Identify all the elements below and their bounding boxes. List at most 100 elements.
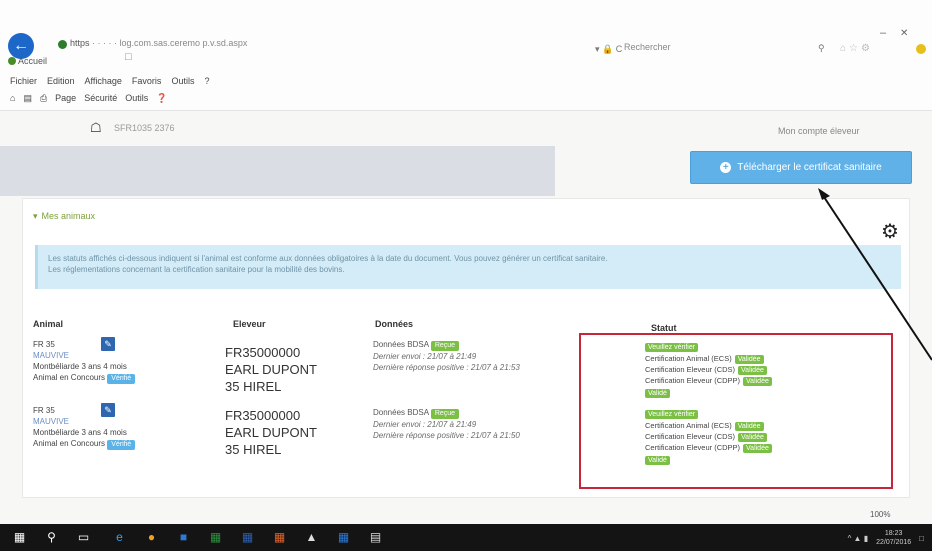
clock-date: 22/07/2016	[876, 539, 912, 546]
edit-icon[interactable]: ✎	[101, 337, 115, 351]
print-icon[interactable]: ⎙	[40, 93, 47, 104]
tab-title[interactable]: Accueil	[18, 56, 47, 66]
site-favicon-icon	[58, 40, 67, 49]
home-icon[interactable]: ☖	[90, 120, 102, 136]
word-icon[interactable]: ▦	[240, 530, 255, 545]
info-line-2: Les réglementations concernant la certif…	[48, 265, 345, 274]
powerpoint-icon[interactable]: ▦	[272, 530, 287, 545]
animal-link[interactable]: MAUVIVE	[33, 416, 193, 427]
data-title-line: Données BDSA Reçue	[373, 407, 520, 419]
windows-start-icon[interactable]: ▦	[12, 530, 27, 545]
data-tag: Reçue	[430, 409, 460, 419]
animal-tag: Vérifié	[107, 440, 136, 450]
data-title-line: Données BDSA Reçue	[373, 339, 520, 351]
status-line: Certification Eleveur (CDPP) Validée	[645, 443, 772, 453]
status-label: Certification Eleveur (CDS)	[645, 365, 736, 374]
animals-panel: ▾ Mes animaux ⚙ Les statuts affichés ci-d…	[22, 198, 910, 498]
feedback-smiley-icon[interactable]	[916, 44, 926, 54]
new-tab-icon[interactable]: □	[125, 51, 132, 63]
status-label: Certification Animal (ECS)	[645, 421, 732, 430]
clock[interactable]: 18:23 22/07/2016	[876, 529, 911, 547]
edit-icon[interactable]: ✎	[101, 403, 115, 417]
toolbar-page[interactable]: Page	[55, 93, 76, 104]
status-top-1: Veuillez vérifier	[645, 342, 699, 352]
status-tag: Validée	[743, 377, 772, 386]
menu-item-edit[interactable]: Edition	[47, 76, 75, 86]
animal-tag: Vérifié	[107, 374, 136, 384]
panel-title-text: Mes animaux	[41, 211, 96, 221]
search-icon[interactable]: ⚲	[818, 43, 825, 54]
data-last-send: Dernier envoi : 21/07 à 21:49	[373, 352, 477, 361]
menu-bar: Fichier Edition Affichage Favoris Outils…	[10, 76, 209, 86]
data-cell: Données BDSA Reçue Dernier envoi : 21/07…	[373, 407, 520, 441]
menu-item-favorites[interactable]: Favoris	[132, 76, 162, 86]
column-header-status: Statut	[651, 323, 677, 333]
menu-item-file[interactable]: Fichier	[10, 76, 37, 86]
menu-item-tools[interactable]: Outils	[171, 76, 194, 86]
breeder-cell: FR35000000 EARL DUPONT 35 HIREL	[225, 407, 317, 458]
status-top-2: Veuillez vérifier	[645, 409, 699, 419]
address-bar[interactable]: https · · · · · log.com.sas.ceremo p.v.s…	[70, 38, 330, 48]
chevron-down-icon: ▾	[33, 211, 38, 221]
info-line-1: Les statuts affichés ci-dessous indiquen…	[48, 254, 608, 263]
browser-chrome: ← https · · · · · log.com.sas.ceremo p.v…	[0, 0, 932, 110]
breeder-code: FR35000000	[225, 345, 301, 360]
toolbar-security[interactable]: Sécurité	[84, 93, 117, 104]
menu-item-help[interactable]: ?	[204, 76, 209, 86]
data-last-response: Dernière réponse positive : 21/07 à 21:5…	[373, 363, 520, 372]
tray-icons[interactable]: ^ ▲ ▮	[848, 534, 869, 543]
browser-toolbar-icons[interactable]: ⌂☆⚙	[840, 43, 873, 54]
robot-icon[interactable]: ⚙	[881, 219, 899, 244]
app-icon[interactable]: ▲	[304, 530, 319, 545]
status-bottom-tag: Validé	[645, 456, 670, 465]
download-certificate-label: Télécharger le certificat sanitaire	[737, 162, 882, 173]
farm-code: SFR1035 2376	[114, 123, 175, 133]
system-tray: ^ ▲ ▮ 18:23 22/07/2016 □	[848, 529, 924, 547]
download-certificate-button[interactable]: + Télécharger le certificat sanitaire	[690, 151, 912, 184]
toolbar-tools[interactable]: Outils	[125, 93, 148, 104]
command-bar: ⌂ ▤ ⎙ Page Sécurité Outils ❓	[10, 93, 167, 104]
status-label: Certification Eleveur (CDS)	[645, 432, 736, 441]
column-header-data: Données	[375, 319, 414, 329]
header-divider	[0, 110, 932, 111]
data-last-response: Dernière réponse positive : 21/07 à 21:5…	[373, 431, 520, 440]
animal-contest: Animal en Concours Vérifié	[33, 372, 193, 384]
menu-item-view[interactable]: Affichage	[85, 76, 122, 86]
notification-icon[interactable]: □	[919, 534, 924, 543]
panel-title[interactable]: ▾ Mes animaux	[33, 211, 95, 222]
breeder-name: EARL DUPONT	[225, 425, 317, 440]
column-header-animal: Animal	[33, 319, 64, 329]
outlook-icon[interactable]: ▦	[336, 530, 351, 545]
taskbar: ▦ ⚲ ▭ e ● ■ ▦ ▦ ▦ ▲ ▦ ▤ ^ ▲ ▮ 18:23 22/0…	[0, 524, 932, 551]
feeds-icon[interactable]: ▤	[23, 93, 32, 104]
home-toolbar-icon[interactable]: ⌂	[10, 93, 15, 104]
address-controls[interactable]: ▾ 🔒 C	[595, 44, 622, 55]
status-label: Certification Eleveur (CDPP)	[645, 376, 741, 385]
browser-icon[interactable]: ●	[144, 530, 159, 545]
animal-link[interactable]: MAUVIVE	[33, 350, 193, 361]
status-top-tag: Veuillez vérifier	[645, 410, 699, 419]
search-input[interactable]: Rechercher	[620, 40, 830, 56]
internet-explorer-icon[interactable]: e	[112, 530, 127, 545]
task-view-icon[interactable]: ▭	[76, 530, 91, 545]
breeder-name: EARL DUPONT	[225, 362, 317, 377]
search-icon[interactable]: ⚲	[44, 530, 59, 545]
close-icon[interactable]: ✕	[900, 28, 908, 39]
page-banner	[0, 146, 555, 196]
help-icon[interactable]: ❓	[156, 93, 167, 104]
data-title: Données BDSA	[373, 340, 429, 349]
status-line: Certification Eleveur (CDPP) Validée	[645, 376, 772, 386]
status-tag: Validée	[743, 444, 772, 453]
status-line: Certification Eleveur (CDS) Validée	[645, 365, 767, 375]
zoom-level[interactable]: 100%	[870, 510, 890, 519]
url-protocol: https	[70, 38, 90, 48]
clock-time: 18:23	[884, 530, 903, 537]
store-icon[interactable]: ■	[176, 530, 191, 545]
status-tag: Validée	[734, 355, 764, 364]
animal-description: Montbéliarde 3 ans 4 mois	[33, 428, 127, 437]
status-bottom-1: Validé	[645, 388, 670, 398]
minimize-icon[interactable]: –	[880, 27, 886, 39]
my-account-link[interactable]: Mon compte éleveur	[778, 126, 860, 136]
document-icon[interactable]: ▤	[368, 530, 383, 545]
excel-icon[interactable]: ▦	[208, 530, 223, 545]
